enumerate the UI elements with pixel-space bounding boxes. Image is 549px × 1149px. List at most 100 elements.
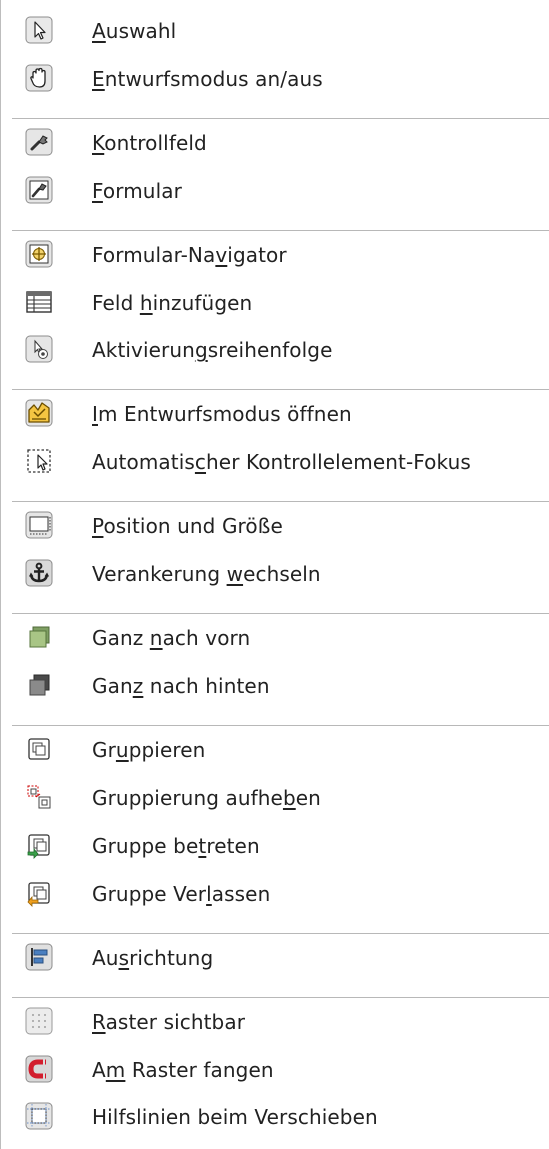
label-text: Hilfslinien beim Verschieben <box>92 1105 378 1129</box>
menu-item-label: Ganz nach vorn <box>92 626 250 650</box>
menu-item-gruppe-verlassen[interactable]: Gruppe Verlassen <box>0 870 549 916</box>
accelerator-key: b <box>282 786 296 810</box>
accelerator-key: z <box>132 674 144 698</box>
menu-item-position-und-groesse[interactable]: Position und Größe <box>0 502 549 548</box>
send-to-back-icon <box>24 670 54 700</box>
menu-item-verankerung-wechseln[interactable]: Verankerung wechseln <box>0 550 549 596</box>
menu-item-label: Formular-Navigator <box>92 243 287 267</box>
menu-item-label: Formular <box>92 179 182 203</box>
label-text: Au <box>92 946 119 970</box>
menu-item-gruppieren[interactable]: Gruppieren <box>0 726 549 772</box>
menu-item-label: Am Raster fangen <box>92 1058 274 1082</box>
tab-order-icon <box>24 334 54 364</box>
exit-group-icon <box>24 878 54 908</box>
group-icon <box>24 734 54 764</box>
menu-item-automatischer-kontrollelement-fokus[interactable]: Automatischer Kontrollelement-Fokus <box>0 438 549 484</box>
label-text: Feld <box>92 291 140 315</box>
label-text: richtung <box>129 946 214 970</box>
label-text: reten <box>206 834 260 858</box>
menu-item-aktivierungsreihenfolge[interactable]: Aktivierungsreihenfolge <box>0 326 549 372</box>
label-text: ntwurfsmodus an/aus <box>104 67 323 91</box>
menu-item-label: Ganz nach hinten <box>92 674 270 698</box>
label-text: Gruppe be <box>92 834 199 858</box>
form-properties-icon <box>24 175 54 205</box>
design-mode-hand-icon <box>24 63 54 93</box>
menu-item-label: Feld hinzufügen <box>92 291 252 315</box>
ungroup-icon <box>24 782 54 812</box>
menu-item-label: Position und Größe <box>92 514 283 538</box>
label-text: echseln <box>243 562 321 586</box>
label-text: ach vorn <box>162 626 251 650</box>
label-text: Formular-Na <box>92 243 216 267</box>
menu-item-raster-sichtbar[interactable]: Raster sichtbar <box>0 998 549 1044</box>
label-text: ormular <box>102 179 182 203</box>
menu-item-label: Automatischer Kontrollelement-Fokus <box>92 450 471 474</box>
accelerator-key: v <box>215 243 228 267</box>
form-navigator-icon <box>24 239 54 269</box>
context-menu: Auswahl Entwurfsmodus an/aus Kontrollfeld F… <box>0 0 549 1149</box>
menu-item-label: Gruppierung aufheben <box>92 786 321 810</box>
accelerator-key: E <box>92 67 105 91</box>
menu-item-label: Entwurfsmodus an/aus <box>92 67 323 91</box>
alignment-icon <box>24 942 54 972</box>
menu-item-auswahl[interactable]: Auswahl <box>0 7 549 53</box>
label-text: en <box>295 786 321 810</box>
menu-item-formular[interactable]: Formular <box>0 167 549 213</box>
accelerator-key: w <box>226 562 244 586</box>
label-text: Aktivierun <box>92 338 195 362</box>
menu-item-ganz-nach-hinten[interactable]: Ganz nach hinten <box>0 662 549 708</box>
accelerator-key: K <box>92 131 105 155</box>
label-text: Raster fangen <box>125 1058 274 1082</box>
label-text: A <box>92 1058 106 1082</box>
menu-item-gruppe-betreten[interactable]: Gruppe betreten <box>0 822 549 868</box>
menu-item-label: Gruppieren <box>92 738 205 762</box>
menu-item-ausrichtung[interactable]: Ausrichtung <box>0 934 549 980</box>
accelerator-key: n <box>149 626 163 650</box>
selection-arrow-icon <box>24 15 54 45</box>
menu-item-label: Auswahl <box>92 19 176 43</box>
label-text: Gruppierung aufhe <box>92 786 283 810</box>
label-text: ontrollfeld <box>104 131 207 155</box>
label-text: assen <box>211 882 271 906</box>
control-properties-icon <box>24 127 54 157</box>
grid-visible-icon <box>24 1006 54 1036</box>
add-field-icon <box>24 287 54 317</box>
menu-item-im-entwurfsmodus-oeffnen[interactable]: Im Entwurfsmodus öffnen <box>0 390 549 436</box>
label-text: m Entwurfsmodus öffnen <box>98 402 352 426</box>
accelerator-key: m <box>105 1058 126 1082</box>
label-text: Automatis <box>92 450 195 474</box>
menu-item-label: Gruppe betreten <box>92 834 260 858</box>
menu-item-hilfslinien-beim-verschieben[interactable]: Hilfslinien beim Verschieben <box>0 1093 549 1139</box>
menu-item-label: Ausrichtung <box>92 946 213 970</box>
menu-item-label: Hilfslinien beim Verschieben <box>92 1105 378 1129</box>
label-text: her Kontrollelement-Fokus <box>206 450 471 474</box>
label-text: nach hinten <box>143 674 270 698</box>
menu-item-am-raster-fangen[interactable]: Am Raster fangen <box>0 1046 549 1092</box>
menu-item-gruppierung-aufheben[interactable]: Gruppierung aufheben <box>0 774 549 820</box>
label-text: igator <box>227 243 287 267</box>
label-text: Gruppe Ver <box>92 882 207 906</box>
label-text: uswahl <box>105 19 177 43</box>
accelerator-key: c <box>194 450 207 474</box>
label-text: Ganz <box>92 626 150 650</box>
menu-item-ganz-nach-vorn[interactable]: Ganz nach vorn <box>0 614 549 660</box>
menu-item-feld-hinzufuegen[interactable]: Feld hinzufügen <box>0 279 549 325</box>
label-text: aster sichtbar <box>105 1010 246 1034</box>
menu-item-label: Gruppe Verlassen <box>92 882 270 906</box>
accelerator-key: g <box>194 338 208 362</box>
anchor-icon <box>24 558 54 588</box>
open-in-design-mode-icon <box>24 398 54 428</box>
bring-to-front-icon <box>24 622 54 652</box>
menu-item-label: Raster sichtbar <box>92 1010 245 1034</box>
menu-item-entwurfsmodus-an-aus[interactable]: Entwurfsmodus an/aus <box>0 55 549 101</box>
menu-item-label: Verankerung wechseln <box>92 562 321 586</box>
accelerator-key: R <box>92 1010 106 1034</box>
accelerator-key: s <box>118 946 130 970</box>
accelerator-key: u <box>115 738 129 762</box>
label-text: sreihenfolge <box>207 338 333 362</box>
accelerator-key: h <box>139 291 153 315</box>
menu-item-kontrollfeld[interactable]: Kontrollfeld <box>0 119 549 165</box>
menu-item-formular-navigator[interactable]: Formular-Navigator <box>0 231 549 277</box>
label-text: Gan <box>92 674 133 698</box>
accelerator-key: A <box>92 19 106 43</box>
